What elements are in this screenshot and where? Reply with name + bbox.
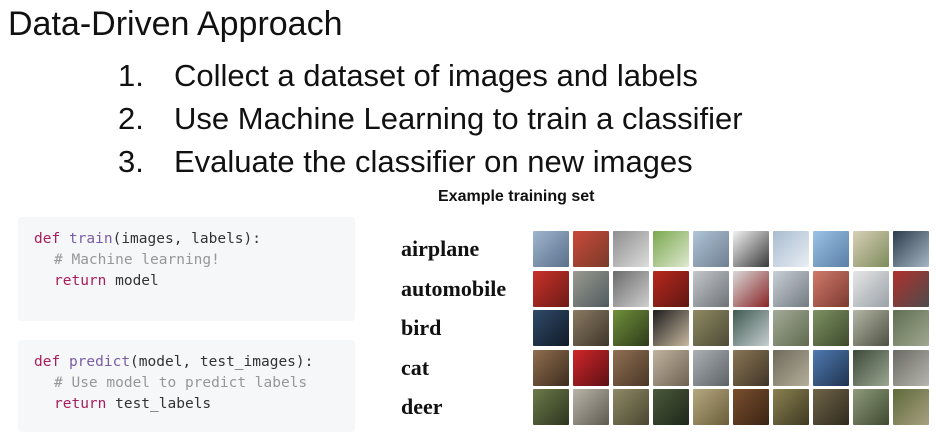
slide-title: Data-Driven Approach <box>8 5 343 43</box>
training-image-airplane <box>573 231 609 267</box>
training-image-automobile <box>893 270 929 307</box>
training-image-cat <box>733 349 769 386</box>
training-image-automobile <box>693 270 729 307</box>
code-line: def predict(model, test_images): <box>34 352 355 373</box>
training-image-airplane <box>733 231 769 267</box>
step-item: 3. Evaluate the classifier on new images <box>118 140 743 183</box>
class-label-deer: deer <box>401 394 443 420</box>
training-image-cat <box>813 349 849 386</box>
code-function-name: train <box>68 231 113 247</box>
code-comment: # Machine learning! <box>54 252 220 268</box>
training-image-bird <box>773 310 809 346</box>
training-image-cat <box>653 349 689 386</box>
training-image-cat <box>693 349 729 386</box>
training-image-bird <box>533 310 569 346</box>
training-image-deer <box>653 389 689 425</box>
training-image-airplane <box>853 231 889 267</box>
training-image-automobile <box>773 270 809 307</box>
code-signature: (images, labels): <box>112 231 261 247</box>
training-image-automobile <box>853 270 889 307</box>
training-image-bird <box>853 310 889 346</box>
training-image-deer <box>533 389 569 425</box>
step-item: 2. Use Machine Learning to train a classi… <box>118 97 743 140</box>
code-line: return test_labels <box>34 394 355 415</box>
training-image-cat <box>573 349 609 386</box>
training-image-cat <box>533 349 569 386</box>
training-image-automobile <box>733 270 769 307</box>
code-return-value: test_labels <box>106 396 212 412</box>
step-text: Collect a dataset of images and labels <box>174 58 698 93</box>
training-image-airplane <box>653 231 689 267</box>
code-keyword: return <box>54 273 107 289</box>
code-keyword: def <box>34 354 61 370</box>
training-image-deer <box>773 389 809 425</box>
step-number: 3. <box>118 144 144 179</box>
training-image-deer <box>693 389 729 425</box>
training-image-airplane <box>813 231 849 267</box>
code-comment: # Use model to predict labels <box>54 375 308 391</box>
step-text: Evaluate the classifier on new images <box>174 144 693 179</box>
step-number: 1. <box>118 58 144 93</box>
code-line: # Use model to predict labels <box>34 373 355 394</box>
training-image-deer <box>573 389 609 425</box>
code-keyword: return <box>54 396 107 412</box>
class-label-airplane: airplane <box>401 236 480 261</box>
code-line: def train(images, labels): <box>34 229 355 250</box>
train-code-block: def train(images, labels): # Machine lea… <box>18 217 355 321</box>
training-image-deer <box>733 389 769 425</box>
step-text: Use Machine Learning to train a classifi… <box>174 101 743 136</box>
code-line: return model <box>34 271 355 292</box>
code-keyword: def <box>34 231 61 247</box>
training-image-bird <box>613 310 649 346</box>
training-image-deer <box>853 389 889 425</box>
training-image-airplane <box>693 231 729 267</box>
class-label-list: airplane automobile bird cat deer <box>401 229 506 427</box>
training-image-airplane <box>773 231 809 267</box>
class-label-cat: cat <box>401 354 430 380</box>
class-label-automobile: automobile <box>401 275 507 301</box>
step-number: 2. <box>118 101 144 136</box>
code-line: # Machine learning! <box>34 250 355 271</box>
training-image-deer <box>613 389 649 425</box>
class-label-bird: bird <box>401 315 442 341</box>
training-image-automobile <box>573 270 609 307</box>
predict-code-block: def predict(model, test_images): # Use m… <box>18 340 355 432</box>
training-image-cat <box>853 349 889 386</box>
training-image-bird <box>813 310 849 346</box>
training-image-airplane <box>893 231 929 267</box>
training-image-bird <box>733 310 769 346</box>
training-image-deer <box>893 389 929 425</box>
training-image-airplane <box>613 231 649 267</box>
training-image-automobile <box>613 270 649 307</box>
training-image-bird <box>573 310 609 346</box>
training-image-cat <box>893 349 929 386</box>
training-image-cat <box>773 349 809 386</box>
training-set-caption: Example training set <box>438 188 595 205</box>
training-image-bird <box>653 310 689 346</box>
training-image-cat <box>613 349 649 386</box>
training-image-bird <box>693 310 729 346</box>
training-image-bird <box>893 310 929 346</box>
training-image-airplane <box>533 231 569 267</box>
training-image-grid <box>533 231 930 425</box>
code-function-name: predict <box>68 354 131 370</box>
training-image-automobile <box>653 270 689 307</box>
training-image-deer <box>813 389 849 425</box>
code-signature: (model, test_images): <box>130 354 314 370</box>
training-image-automobile <box>533 270 569 307</box>
training-image-automobile <box>813 270 849 307</box>
step-item: 1. Collect a dataset of images and labels <box>118 54 743 97</box>
code-return-value: model <box>106 273 159 289</box>
steps-list: 1. Collect a dataset of images and labels… <box>118 54 743 183</box>
